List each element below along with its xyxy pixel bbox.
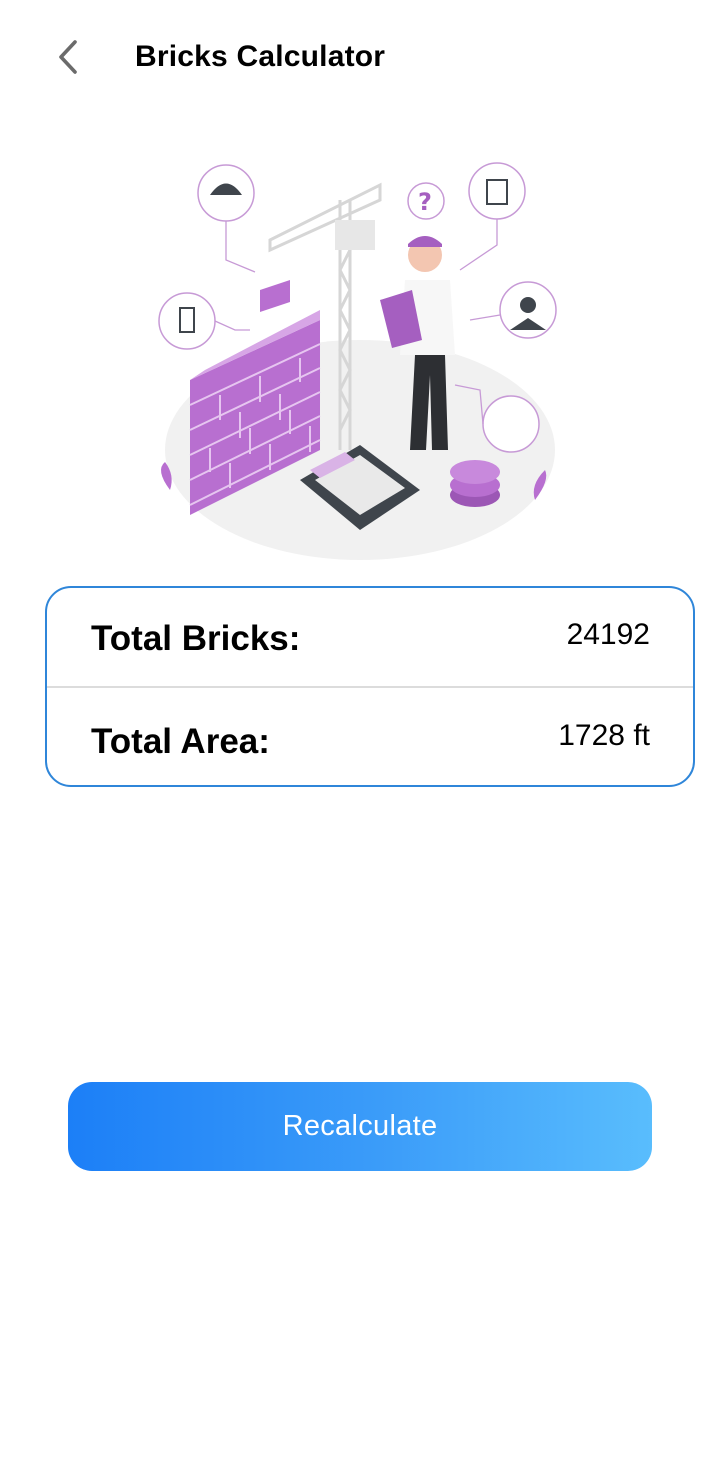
results-card: Total Bricks: 24192 Total Area: 1728 ft [45, 586, 695, 787]
total-bricks-value: 24192 [566, 618, 650, 651]
total-bricks-label: Total Bricks: [91, 619, 301, 658]
chevron-left-icon [59, 40, 77, 74]
bricks-construction-illustration: ? [150, 150, 570, 570]
page-title: Bricks Calculator [135, 40, 386, 73]
svg-text:?: ? [418, 188, 432, 216]
total-area-row: Total Area: 1728 ft [47, 689, 693, 785]
total-area-value: 1728 ft [558, 719, 650, 752]
recalculate-button[interactable]: Recalculate [68, 1082, 652, 1171]
back-button[interactable] [44, 30, 92, 84]
total-bricks-row: Total Bricks: 24192 [47, 588, 693, 688]
app-header: Bricks Calculator [0, 0, 720, 116]
total-area-label: Total Area: [91, 722, 270, 761]
